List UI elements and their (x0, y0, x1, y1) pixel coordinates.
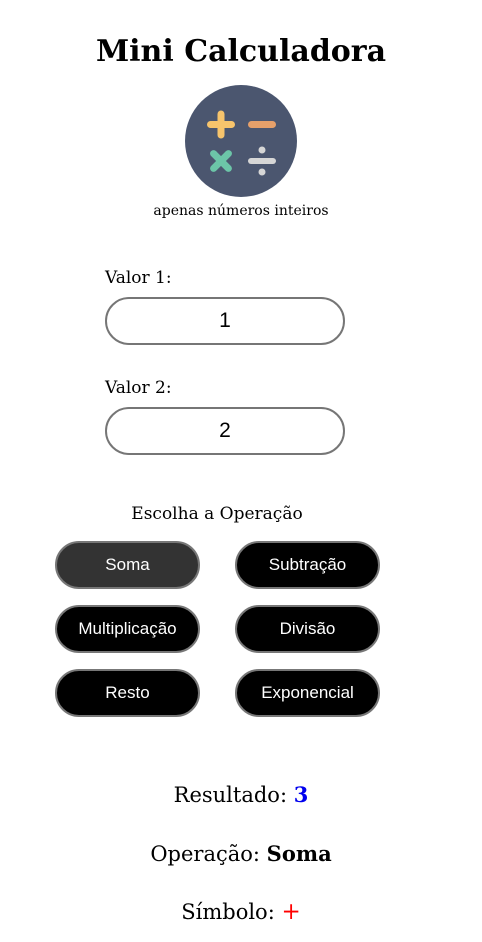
operation-label: Operação: (150, 842, 260, 866)
operation-button-soma[interactable]: Soma (55, 541, 200, 589)
value1-input[interactable] (105, 297, 345, 345)
symbol-label: Símbolo: (181, 900, 275, 924)
result-line: Resultado: 3 (0, 781, 482, 809)
result-value: 3 (293, 782, 309, 807)
operation-line: Operação: Soma (0, 840, 482, 868)
math-operations-icon (185, 85, 297, 197)
symbol-value: + (281, 899, 301, 925)
page-title: Mini Calculadora (95, 34, 387, 69)
subtitle: apenas números inteiros (153, 203, 329, 219)
operation-value: Soma (266, 841, 332, 866)
value2-label: Valor 2: (105, 378, 172, 398)
logo-graphic (185, 85, 297, 197)
result-label: Resultado: (173, 783, 288, 807)
operation-title: Escolha a Operação (131, 504, 303, 524)
value1-label: Valor 1: (105, 268, 172, 288)
operation-button-resto[interactable]: Resto (55, 669, 200, 717)
symbol-line: Símbolo: + (0, 898, 482, 926)
operation-button-subtracao[interactable]: Subtração (235, 541, 380, 589)
operation-button-divisao[interactable]: Divisão (235, 605, 380, 653)
value2-input[interactable] (105, 407, 345, 455)
operation-button-multiplicacao[interactable]: Multiplicação (55, 605, 200, 653)
operation-button-exponencial[interactable]: Exponencial (235, 669, 380, 717)
